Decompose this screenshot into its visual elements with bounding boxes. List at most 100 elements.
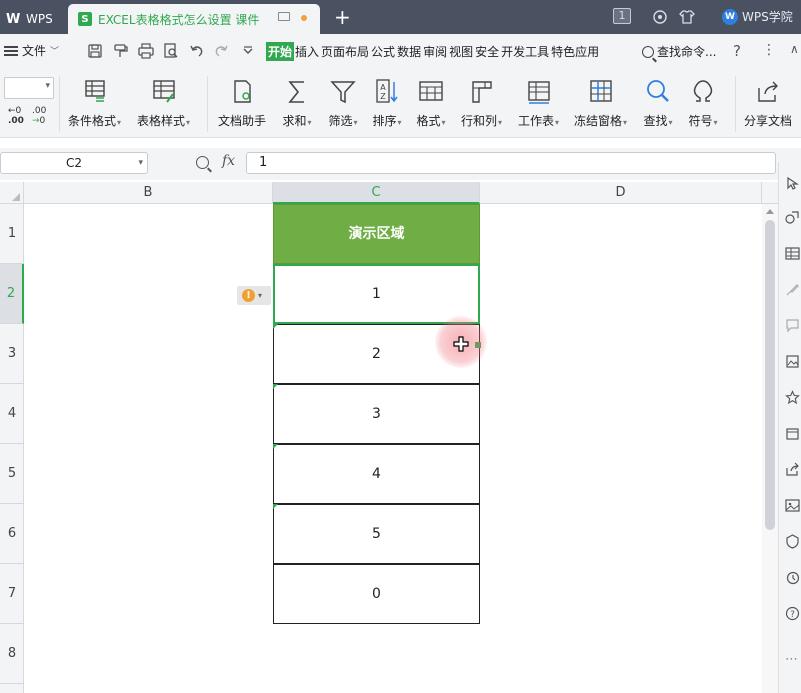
table-icon[interactable] bbox=[785, 246, 800, 261]
worksheet-label: 工作表 bbox=[518, 112, 559, 129]
name-box[interactable]: C2 bbox=[0, 152, 148, 174]
tab-special-apps[interactable]: 特色应用 bbox=[550, 42, 600, 61]
format-painter-icon[interactable] bbox=[113, 43, 129, 59]
format-button[interactable]: 格式 bbox=[416, 78, 446, 129]
monitor-icon[interactable] bbox=[278, 12, 290, 21]
save-icon[interactable] bbox=[87, 43, 103, 59]
export-icon[interactable] bbox=[785, 462, 800, 477]
file-menu[interactable]: 文件 ﹀ bbox=[4, 42, 59, 59]
help-circle-icon[interactable]: ? bbox=[785, 606, 800, 621]
sum-label: 求和 bbox=[282, 112, 311, 129]
chevron-down-icon: ▾ bbox=[258, 291, 263, 300]
tshirt-icon[interactable] bbox=[678, 9, 696, 25]
tab-insert[interactable]: 插入 bbox=[294, 42, 320, 61]
chevron-down-icon: ﹀ bbox=[50, 47, 60, 57]
scroll-up-icon[interactable] bbox=[766, 209, 774, 214]
sort-icon: A Z bbox=[376, 79, 398, 103]
doc-assistant-icon bbox=[234, 80, 251, 103]
conditional-format-button[interactable]: 条件格式 bbox=[68, 78, 121, 129]
tab-data[interactable]: 数据 bbox=[396, 42, 422, 61]
more-options-button[interactable]: ⋮ bbox=[762, 42, 776, 58]
wps-logo-icon: W bbox=[6, 11, 21, 27]
zoom-icon[interactable] bbox=[196, 156, 209, 169]
redo-icon[interactable] bbox=[213, 43, 229, 59]
cell-c2[interactable]: 1 bbox=[273, 264, 480, 324]
table-style-button[interactable]: 表格样式 bbox=[137, 78, 190, 129]
formula-input[interactable]: 1 bbox=[246, 152, 776, 174]
tab-review[interactable]: 审阅 bbox=[422, 42, 448, 61]
select-cursor-icon[interactable] bbox=[785, 176, 800, 191]
symbol-button[interactable]: 符号 bbox=[688, 78, 718, 129]
tab-formulas[interactable]: 公式 bbox=[370, 42, 396, 61]
print-preview-icon[interactable] bbox=[163, 43, 179, 59]
brush-icon[interactable] bbox=[785, 282, 800, 297]
tab-page-layout[interactable]: 页面布局 bbox=[320, 42, 370, 61]
row-header-4[interactable]: 4 bbox=[0, 384, 24, 444]
column-header-d[interactable]: D bbox=[480, 182, 762, 204]
comment-icon[interactable] bbox=[785, 318, 800, 333]
worksheet-button[interactable]: 工作表 bbox=[518, 78, 559, 129]
freeze-panes-button[interactable]: 冻结窗格 bbox=[574, 78, 627, 129]
row-header-8[interactable]: 8 bbox=[0, 624, 24, 684]
share-document-label: 分享文档 bbox=[744, 114, 793, 128]
tab-home[interactable]: 开始 bbox=[266, 42, 295, 61]
column-header-b[interactable]: B bbox=[24, 182, 273, 204]
column-header-c[interactable]: C bbox=[273, 182, 480, 204]
rows-columns-button[interactable]: 行和列 bbox=[461, 78, 502, 129]
cell-c6[interactable]: 5 bbox=[273, 504, 480, 564]
scrollbar-thumb[interactable] bbox=[765, 220, 775, 530]
more-icon[interactable]: ⋯ bbox=[785, 652, 800, 667]
filter-button[interactable]: 筛选 bbox=[328, 78, 358, 129]
history-icon[interactable] bbox=[785, 570, 800, 585]
sum-button[interactable]: 求和 bbox=[282, 78, 312, 129]
tab-view[interactable]: 视图 bbox=[448, 42, 474, 61]
cell-c6-value: 5 bbox=[372, 526, 381, 542]
template-icon[interactable] bbox=[785, 426, 800, 441]
cell-c4[interactable]: 3 bbox=[273, 384, 480, 444]
increase-decimal-button[interactable]: ←0.00 bbox=[8, 106, 24, 126]
number-format-dropdown[interactable] bbox=[4, 77, 54, 99]
wps-home-label: WPS bbox=[26, 11, 53, 26]
row-header-7[interactable]: 7 bbox=[0, 564, 24, 624]
picture-gallery-icon[interactable] bbox=[785, 354, 800, 369]
select-all-corner[interactable] bbox=[0, 182, 24, 204]
image-icon[interactable] bbox=[785, 498, 800, 513]
row-header-2[interactable]: 2 bbox=[0, 264, 24, 324]
row-header-1[interactable]: 1 bbox=[0, 204, 24, 264]
skin-icon[interactable] bbox=[652, 9, 668, 25]
row-header-5[interactable]: 5 bbox=[0, 444, 24, 504]
format-icon bbox=[419, 81, 443, 101]
cell-c7[interactable]: 0 bbox=[273, 564, 480, 624]
cell-c1[interactable]: 演示区域 bbox=[273, 204, 480, 264]
find-button[interactable]: 查找 bbox=[643, 78, 673, 129]
ribbon-separator bbox=[207, 76, 208, 132]
shield-icon[interactable] bbox=[785, 534, 800, 549]
print-icon[interactable] bbox=[138, 43, 154, 59]
wps-academy-link[interactable]: W WPS学院 bbox=[722, 8, 793, 25]
decrease-decimal-button[interactable]: .00 →0 bbox=[32, 106, 46, 126]
undo-icon[interactable] bbox=[189, 43, 205, 59]
help-button[interactable]: ? bbox=[733, 42, 741, 60]
vertical-scrollbar[interactable] bbox=[762, 204, 778, 693]
star-icon[interactable] bbox=[785, 390, 800, 405]
table-style-label: 表格样式 bbox=[137, 112, 190, 129]
error-check-button[interactable]: ! ▾ bbox=[237, 286, 271, 305]
new-tab-button[interactable]: + bbox=[334, 5, 351, 29]
sort-button[interactable]: A Z 排序 bbox=[372, 78, 402, 129]
hamburger-icon bbox=[4, 45, 18, 56]
customize-icon[interactable] bbox=[240, 43, 256, 59]
wps-home-tab[interactable]: W WPS bbox=[0, 3, 65, 34]
share-document-button[interactable]: 分享文档 bbox=[744, 78, 792, 129]
row-header-6[interactable]: 6 bbox=[0, 504, 24, 564]
row-header-3[interactable]: 3 bbox=[0, 324, 24, 384]
cell-c5[interactable]: 4 bbox=[273, 444, 480, 504]
command-search[interactable]: 查找命令... bbox=[642, 43, 716, 60]
tab-developer[interactable]: 开发工具 bbox=[500, 42, 550, 61]
collapse-ribbon-icon[interactable]: ∧ bbox=[790, 42, 799, 56]
shapes-icon[interactable] bbox=[785, 210, 800, 225]
fx-icon[interactable]: fx bbox=[222, 153, 235, 169]
doc-assistant-button[interactable]: 文档助手 bbox=[218, 78, 266, 129]
command-search-label: 查找命令... bbox=[657, 45, 717, 59]
tab-security[interactable]: 安全 bbox=[474, 42, 500, 61]
window-count-badge[interactable]: 1 bbox=[613, 8, 631, 24]
